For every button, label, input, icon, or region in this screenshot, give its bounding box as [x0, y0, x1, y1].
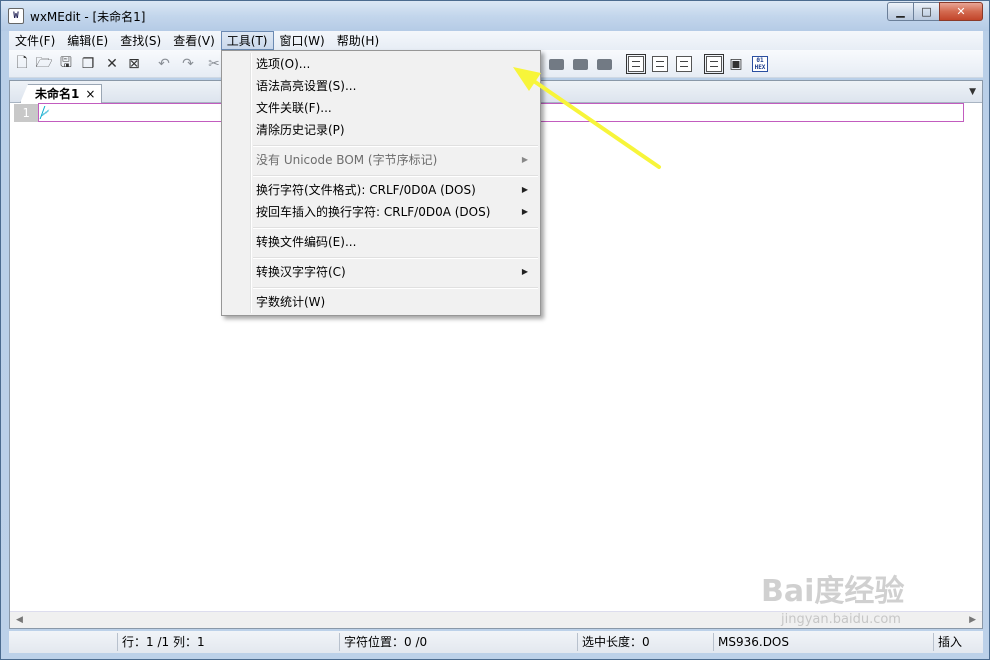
- annotation-arrow: [513, 67, 661, 169]
- tab-dropdown-icon[interactable]: ▼: [969, 87, 976, 97]
- menu-item-options[interactable]: 选项(O)...: [224, 53, 538, 75]
- window-title: wxMEdit - [未命名1]: [30, 10, 146, 24]
- menu-item-convert-encoding[interactable]: 转换文件编码(E)...: [224, 231, 538, 253]
- submenu-arrow-icon: ▶: [521, 185, 528, 194]
- menu-item-unicode-bom-label: 没有 Unicode BOM (字节序标记): [256, 153, 438, 167]
- scroll-left-icon[interactable]: ◀: [16, 615, 23, 625]
- tools-menu: 选项(O)... 语法高亮设置(S)... 文件关联(F)... 清除历史记录(…: [221, 50, 541, 316]
- hex-mode-icon[interactable]: [675, 55, 693, 73]
- new-file-icon[interactable]: 🗋: [13, 55, 31, 73]
- menu-separator: [253, 287, 538, 289]
- close-all-icon[interactable]: ⊠: [125, 55, 143, 73]
- menu-file[interactable]: 文件(F): [9, 31, 61, 50]
- open-file-icon[interactable]: 🗁: [35, 55, 53, 73]
- tab-close-icon[interactable]: ×: [85, 85, 95, 103]
- menu-separator: [253, 145, 538, 147]
- line-number: 1: [14, 104, 38, 122]
- menu-item-clear-history-label: 清除历史记录(P): [256, 123, 345, 137]
- submenu-arrow-icon: ▶: [521, 267, 528, 276]
- tab-label: 未命名1: [35, 87, 80, 101]
- maximize-button[interactable]: □: [913, 2, 939, 21]
- menu-item-word-count[interactable]: 字数统计(W): [224, 291, 538, 313]
- hex-view-icon[interactable]: 01 HEX: [751, 55, 769, 73]
- menu-item-syntax-highlight[interactable]: 语法高亮设置(S)...: [224, 75, 538, 97]
- title-bar[interactable]: W wxMEdit - [未命名1] ▁ □ ✕: [1, 1, 989, 31]
- edit-mode-icon[interactable]: [704, 54, 724, 74]
- save-icon[interactable]: 🖫: [57, 55, 75, 73]
- menu-item-syntax-highlight-label: 语法高亮设置(S)...: [256, 79, 357, 93]
- menu-item-options-label: 选项(O)...: [256, 57, 311, 71]
- tab-untitled1[interactable]: 未命名1 ×: [20, 84, 103, 103]
- app-icon[interactable]: W: [8, 8, 24, 24]
- menu-item-enter-newline[interactable]: 按回车插入的换行字符: CRLF/0D0A (DOS) ▶: [224, 201, 538, 223]
- menu-item-clear-history[interactable]: 清除历史记录(P): [224, 119, 538, 141]
- menu-separator: [253, 257, 538, 259]
- submenu-arrow-icon: ▶: [521, 207, 528, 216]
- menu-bar: 文件(F) 编辑(E) 查找(S) 查看(V) 工具(T) 窗口(W) 帮助(H…: [9, 31, 983, 50]
- hex-view-label: 01 HEX: [752, 56, 768, 72]
- menu-tools[interactable]: 工具(T): [220, 31, 274, 50]
- menu-item-word-count-label: 字数统计(W): [256, 295, 326, 309]
- menu-item-convert-chinese[interactable]: 转换汉字字符(C) ▶: [224, 261, 538, 283]
- redo-icon[interactable]: ↷: [179, 55, 197, 73]
- status-line-col: 行：1 /1 列：1: [117, 633, 339, 651]
- menu-search[interactable]: 查找(S): [114, 31, 167, 50]
- status-char-pos: 字符位置：0 /0: [339, 633, 577, 651]
- status-selection: 选中长度：0: [577, 633, 713, 651]
- minimize-button[interactable]: ▁: [887, 2, 913, 21]
- menu-view[interactable]: 查看(V): [167, 31, 221, 50]
- bookmark-icon[interactable]: ▣: [727, 55, 745, 73]
- menu-help[interactable]: 帮助(H): [331, 31, 385, 50]
- menu-item-file-association[interactable]: 文件关联(F)...: [224, 97, 538, 119]
- menu-window[interactable]: 窗口(W): [274, 31, 331, 50]
- menu-item-unicode-bom[interactable]: 没有 Unicode BOM (字节序标记) ▶: [224, 149, 538, 171]
- watermark-sub: jingyan.baidu.com: [781, 612, 901, 627]
- main-window: W wxMEdit - [未命名1] ▁ □ ✕ 文件(F) 编辑(E) 查找(…: [0, 0, 990, 660]
- menu-item-convert-chinese-label: 转换汉字字符(C): [256, 265, 346, 279]
- window-controls: ▁ □ ✕: [887, 2, 983, 21]
- save-all-icon[interactable]: ❐: [79, 55, 97, 73]
- text-caret: [39, 106, 51, 119]
- menu-item-newline-format[interactable]: 换行字符(文件格式): CRLF/0D0A (DOS) ▶: [224, 179, 538, 201]
- menu-separator: [253, 175, 538, 177]
- menu-item-enter-newline-label: 按回车插入的换行字符: CRLF/0D0A (DOS): [256, 205, 491, 219]
- menu-item-newline-format-label: 换行字符(文件格式): CRLF/0D0A (DOS): [256, 183, 476, 197]
- menu-separator: [253, 227, 538, 229]
- watermark: Bai度经验 jingyan.baidu.com: [761, 576, 961, 636]
- menu-edit[interactable]: 编辑(E): [61, 31, 114, 50]
- menu-item-file-association-label: 文件关联(F)...: [256, 101, 332, 115]
- menu-item-convert-encoding-label: 转换文件编码(E)...: [256, 235, 357, 249]
- close-icon[interactable]: ✕: [103, 55, 121, 73]
- close-button[interactable]: ✕: [939, 2, 983, 21]
- watermark-main: Bai度经验: [761, 574, 905, 609]
- undo-icon[interactable]: ↶: [155, 55, 173, 73]
- scroll-right-icon[interactable]: ▶: [969, 615, 976, 625]
